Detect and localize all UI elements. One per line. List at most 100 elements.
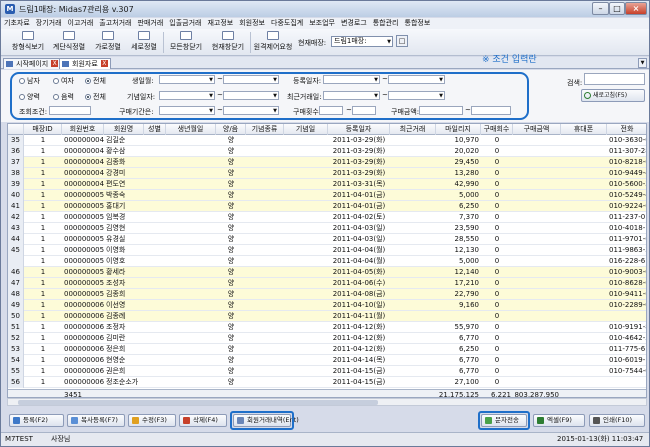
table-row[interactable]: 43 1 0000000053김영현 양 2011-04-03(일) 23,590 0 010… [8, 223, 646, 234]
column-header[interactable]: 마일리지 [436, 124, 481, 135]
table-row[interactable]: 40 1 0000000050박종숙 양 2011-04-01(금) 5,000 0 010-… [8, 190, 646, 201]
table-row[interactable]: 52 1 0000000063김미란 양 2011-04-12(화) 6,770 0 010-… [8, 333, 646, 344]
column-header[interactable]: 전화 [607, 124, 646, 135]
menu-item[interactable]: 장기거래 [33, 18, 65, 29]
register-from-select[interactable]: ▼ [323, 75, 380, 84]
menu-item[interactable]: 통합정보 [402, 18, 434, 29]
menu-item[interactable]: 다중도집계 [268, 18, 306, 29]
column-header[interactable]: 휴대폰 [561, 124, 607, 135]
menu-item[interactable]: 판매거래 [135, 18, 167, 29]
tile-horizontal-button[interactable]: 가로정렬 [91, 31, 125, 54]
table-row[interactable]: 37 1 0000000047김종화 양 2011-03-29(화) 29,450 0 010… [8, 157, 646, 168]
trade-period-to-select[interactable]: ▼ [223, 106, 279, 115]
table-row[interactable]: 39 1 0000000049편도연 양 2011-03-31(목) 42,990 0 010… [8, 179, 646, 190]
column-header[interactable]: 구매회수 [481, 124, 513, 135]
calendar-lunar-radio[interactable]: 음력 [53, 92, 74, 102]
column-header[interactable]: 양/음 [216, 124, 246, 135]
tab-start-page[interactable]: 시작페이지 X [3, 58, 62, 69]
print-button[interactable]: 인쇄(F10) [589, 414, 645, 427]
table-row[interactable]: 47 1 0000000058조성자 양 2011-04-06(수) 17,210 0 010… [8, 278, 646, 289]
table-cell: 0000000045 [64, 136, 104, 144]
delete-button[interactable]: 삭제(F4) [179, 414, 227, 427]
column-header[interactable]: 회원명 [104, 124, 144, 135]
birthday-from-select[interactable]: ▼ [159, 75, 215, 84]
anniversary-from-select[interactable]: ▼ [159, 91, 215, 100]
tab-member-data[interactable]: 회원자료 X [59, 58, 111, 69]
refresh-button[interactable]: 새로고침(F5) [581, 89, 645, 102]
trade-amount-from-input[interactable] [419, 106, 463, 115]
column-header[interactable]: 생년월일 [166, 124, 216, 135]
table-row[interactable]: 56 1 0000000067정조순소가 양 2011-04-15(금) 27,100 0 [8, 377, 646, 388]
trade-count-to-input[interactable] [352, 106, 376, 115]
excel-button[interactable]: 엑셀(F9) [533, 414, 585, 427]
add-button[interactable]: 등록(F2) [9, 414, 64, 427]
column-header[interactable]: 등록일자 [328, 124, 390, 135]
table-row[interactable]: 42 1 0000000052임복경 양 2011-04-02(토) 7,370 0 011-… [8, 212, 646, 223]
close-current-window-button[interactable]: 현재창닫기 [208, 31, 248, 54]
column-header[interactable]: 구매금액 [513, 124, 561, 135]
table-row[interactable]: 53 1 0000000064정은희 양 2011-04-12(화) 6,250 0 011-… [8, 344, 646, 355]
store-picker-button[interactable]: □ [396, 35, 408, 47]
register-to-select[interactable]: ▼ [388, 75, 445, 84]
trade-period-from-select[interactable]: ▼ [159, 106, 215, 115]
calendar-solar-radio[interactable]: 양력 [19, 92, 40, 102]
table-row[interactable]: 1 0000000056이영호 양 2011-04-04(월) 5,000 0 016-22… [8, 256, 646, 267]
table-row[interactable]: 54 1 0000000065현영순 양 2011-04-14(목) 6,770 0 010-… [8, 355, 646, 366]
copy-add-button[interactable]: 복사등록(F7) [67, 414, 125, 427]
menu-item[interactable]: 보조업무 [306, 18, 338, 29]
column-header[interactable]: 회원번호 [62, 124, 104, 135]
close-button[interactable]: × [625, 2, 647, 15]
window-style-button[interactable]: 창형식보기 [9, 31, 47, 54]
menu-item[interactable]: 재고정보 [204, 18, 236, 29]
menu-item[interactable]: 통합관리 [370, 18, 402, 29]
menu-item[interactable]: 변경로그 [338, 18, 370, 29]
table-row[interactable]: 38 1 0000000048강경미 양 2011-03-29(화) 13,280 0 010… [8, 168, 646, 179]
table-row[interactable]: 48 1 0000000059김종희 양 2011-04-08(금) 22,790 0 010… [8, 289, 646, 300]
table-row[interactable]: 49 1 0000000060이선영 양 2011-04-10(일) 9,160 0 010-… [8, 300, 646, 311]
column-header[interactable]: 성별 [144, 124, 166, 135]
table-row[interactable]: 45 1 0000000055이영화 양 2011-04-04(월) 12,130 0 011… [8, 245, 646, 256]
anniversary-to-select[interactable]: ▼ [223, 91, 279, 100]
scrollbar-thumb[interactable] [18, 400, 378, 405]
close-icon[interactable]: X [51, 60, 59, 67]
close-icon[interactable]: X [100, 60, 108, 67]
cascade-button[interactable]: 계단식정렬 [49, 31, 89, 54]
column-header[interactable]: 기념종류 [246, 124, 284, 135]
tile-vertical-button[interactable]: 세로정렬 [127, 31, 161, 54]
menu-item[interactable]: 기초자료 [1, 18, 33, 29]
minimize-button[interactable]: – [592, 2, 609, 15]
search-input[interactable] [584, 73, 645, 85]
gender-female-radio[interactable]: 여자 [53, 76, 74, 86]
menu-item[interactable]: 입출금거래 [166, 18, 204, 29]
table-row[interactable]: 41 1 0000000051홍대기 양 2011-04-01(금) 6,250 0 010-… [8, 201, 646, 212]
table-row[interactable]: 44 1 0000000054유경실 양 2011-04-03(일) 28,550 0 011… [8, 234, 646, 245]
tab-menu-button[interactable]: ▼ [638, 58, 647, 68]
menu-item[interactable]: 이고거래 [65, 18, 97, 29]
menu-item[interactable]: 회원정보 [236, 18, 268, 29]
edit-button[interactable]: 수정(F3) [128, 414, 176, 427]
birthday-to-select[interactable]: ▼ [223, 75, 279, 84]
table-row[interactable]: 55 1 0000000066권은희 양 2011-04-15(금) 6,770 0 010-… [8, 366, 646, 377]
remote-control-button[interactable]: 원격제어요청 [252, 31, 294, 54]
table-row[interactable]: 46 1 0000000057황세라 양 2011-04-05(화) 12,140 0 010… [8, 267, 646, 278]
last-trade-to-select[interactable]: ▼ [388, 91, 445, 100]
column-header[interactable]: 최근거래 [390, 124, 436, 135]
column-header[interactable]: 기념일 [284, 124, 328, 135]
horizontal-scrollbar[interactable] [7, 398, 647, 406]
table-row[interactable]: 35 1 0000000045김길순 양 2011-03-29(화) 10,970 0 010… [8, 135, 646, 146]
maximize-button[interactable]: □ [609, 2, 625, 15]
gender-male-radio[interactable]: 남자 [19, 76, 40, 86]
query-condition-input[interactable] [49, 106, 91, 115]
trade-count-from-input[interactable] [319, 106, 343, 115]
store-select[interactable]: 드림1매장: ▼ [331, 36, 393, 47]
close-all-windows-button[interactable]: 모든창닫기 [166, 31, 206, 54]
table-row[interactable]: 51 1 0000000062조정자 양 2011-04-12(화) 55,970 0 010… [8, 322, 646, 333]
calendar-all-radio[interactable]: 전체 [85, 92, 106, 102]
trade-amount-to-input[interactable] [471, 106, 511, 115]
column-header[interactable]: 매장ID [24, 124, 62, 135]
table-row[interactable]: 50 1 0000000061김종례 양 2011-04-11(월) 0 [8, 311, 646, 322]
menu-item[interactable]: 출고처거래 [96, 18, 134, 29]
gender-all-radio[interactable]: 전체 [85, 76, 106, 86]
last-trade-from-select[interactable]: ▼ [323, 91, 380, 100]
table-row[interactable]: 36 1 0000000046황수삼 양 2011-03-29(화) 20,020 0 011… [8, 146, 646, 157]
